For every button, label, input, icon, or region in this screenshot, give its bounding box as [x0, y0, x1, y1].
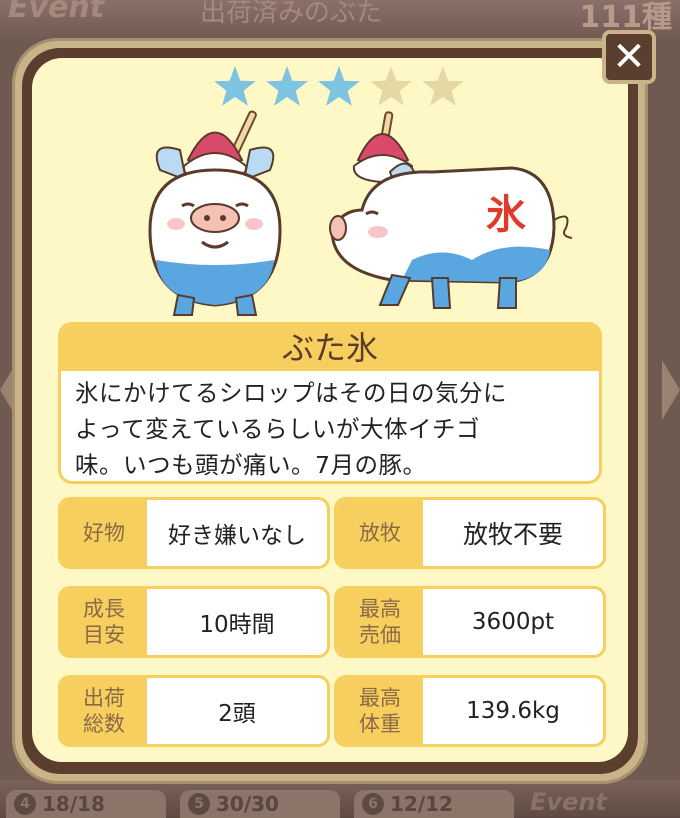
background-title: 出荷済みのぶた: [200, 0, 383, 28]
stat-max-weight: 最高 体重 139.6kg: [334, 675, 606, 747]
month-slot[interactable]: 4 18/18: [6, 790, 166, 818]
slot-value: 30/30: [216, 792, 279, 816]
slot-value: 12/12: [390, 792, 453, 816]
stat-label: 成長 目安: [61, 589, 147, 655]
event-badge: Event: [8, 0, 105, 25]
description-line: 味。いつも頭が痛い。7月の豚。: [75, 451, 427, 479]
slot-number: 6: [362, 793, 384, 815]
rating-stars: [212, 64, 472, 110]
month-slot[interactable]: 5 30/30: [180, 790, 340, 818]
close-button[interactable]: ✕: [602, 30, 656, 84]
stat-label: 好物: [61, 500, 147, 566]
description-line: 氷にかけてるシロップはその日の気分に: [75, 379, 507, 407]
stat-shipped-total: 出荷 総数 2頭: [58, 675, 330, 747]
stat-favorite: 好物 好き嫌いなし: [58, 497, 330, 569]
stat-value: 放牧不要: [462, 520, 563, 549]
stat-label: 放牧: [337, 500, 423, 566]
pig-front-illustration: [148, 110, 282, 316]
pig-mark-text: 氷: [486, 192, 526, 238]
description-line: よって変えているらしいが大体イチゴ: [75, 415, 480, 443]
star-empty-icon: [370, 66, 412, 106]
stat-label: 最高 体重: [337, 678, 423, 744]
slot-number: 4: [14, 793, 36, 815]
stat-max-price: 最高 売価 3600pt: [334, 586, 606, 658]
stat-value: 好き嫌いなし: [168, 523, 306, 549]
next-arrow-icon[interactable]: [662, 360, 680, 420]
month-slot[interactable]: 6 12/12: [354, 790, 514, 818]
star-filled-icon: [214, 66, 256, 106]
stat-value: 3600pt: [471, 609, 555, 635]
stat-value: 139.6kg: [466, 698, 560, 724]
pig-side-illustration: 氷: [329, 111, 573, 309]
star-filled-icon: [266, 66, 308, 106]
pig-name: ぶた氷: [61, 325, 599, 371]
event-tab[interactable]: Event: [530, 788, 607, 816]
pig-info-box: ぶた氷 氷にかけてるシロップはその日の気分に よって変えているらしいが大体イチゴ…: [58, 322, 602, 484]
stat-value: 2頭: [218, 701, 256, 727]
star-empty-icon: [422, 66, 464, 106]
stat-growth-time: 成長 目安 10時間: [58, 586, 330, 658]
star-filled-icon: [318, 66, 360, 106]
stat-label: 出荷 総数: [61, 678, 147, 744]
slot-number: 5: [188, 793, 210, 815]
stat-grazing: 放牧 放牧不要: [334, 497, 606, 569]
stat-label: 最高 売価: [337, 589, 423, 655]
pig-description: 氷にかけてるシロップはその日の気分に よって変えているらしいが大体イチゴ 味。い…: [61, 371, 599, 481]
slot-value: 18/18: [42, 792, 105, 816]
close-icon[interactable]: ✕: [606, 34, 652, 80]
stat-value: 10時間: [199, 612, 275, 638]
